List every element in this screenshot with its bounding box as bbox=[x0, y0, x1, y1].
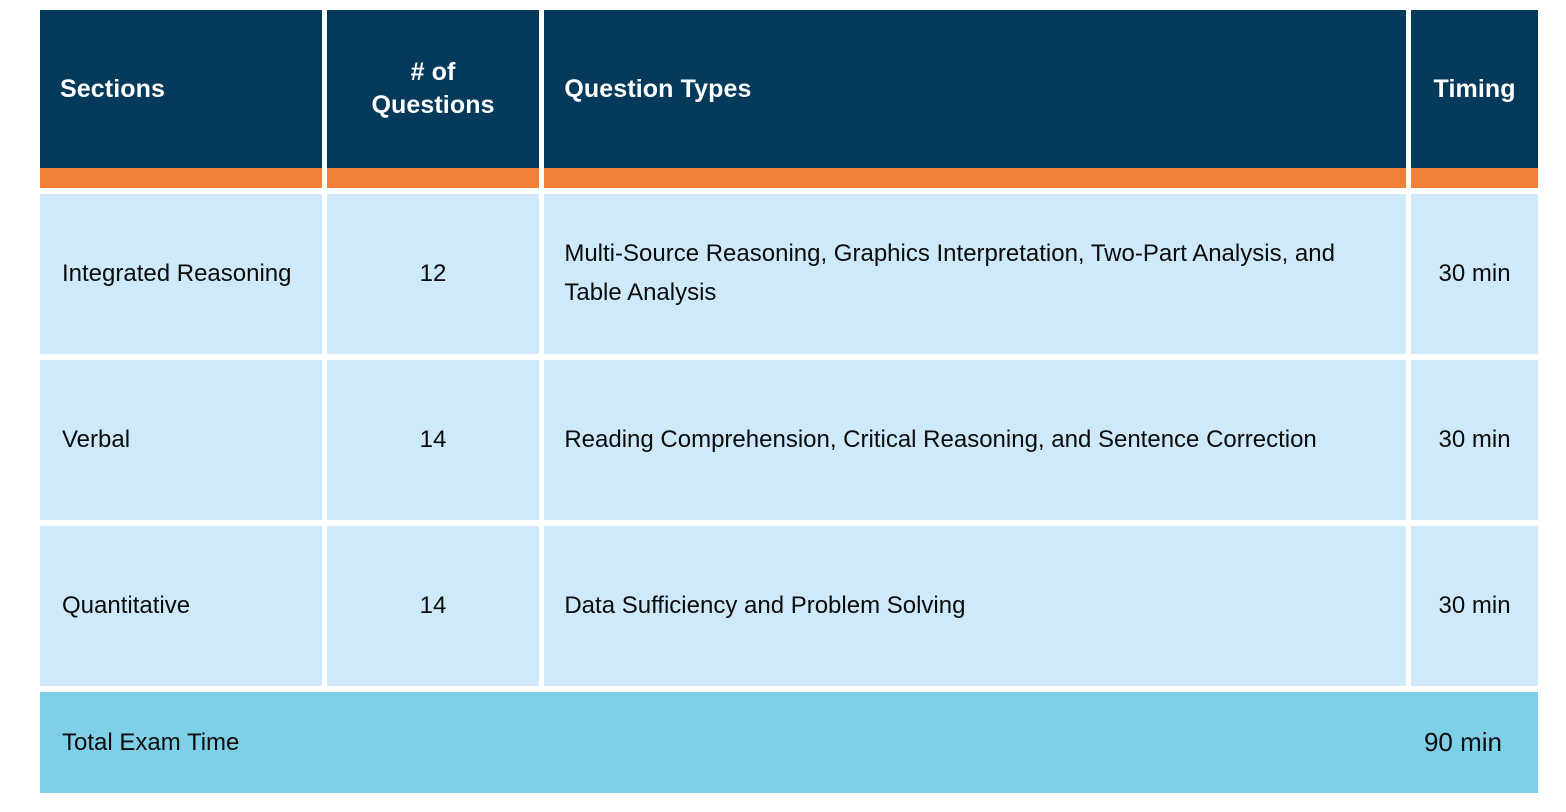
column-header-question-types-label: Question Types bbox=[564, 74, 752, 103]
cell-question-types: Reading Comprehension, Critical Reasonin… bbox=[544, 360, 1407, 520]
cell-section-name: Quantitative bbox=[40, 526, 322, 686]
column-header-questions-label: # of Questions bbox=[371, 56, 494, 122]
section-name-label: Integrated Reasoning bbox=[62, 259, 292, 287]
column-header-questions: # of Questions bbox=[326, 10, 540, 168]
table-header-row: Sections # of Questions Question Types T… bbox=[40, 10, 1538, 168]
timing-value: 30 min bbox=[1438, 259, 1511, 287]
exam-structure-table-page: Sections # of Questions Question Types T… bbox=[0, 0, 1566, 812]
cell-timing: 30 min bbox=[1411, 526, 1538, 686]
total-exam-time-value: 90 min bbox=[1423, 726, 1502, 757]
total-exam-time-label: Total Exam Time bbox=[62, 728, 240, 756]
timing-value: 30 min bbox=[1438, 425, 1511, 453]
cell-question-count: 12 bbox=[326, 194, 540, 354]
column-header-sections: Sections bbox=[40, 10, 322, 168]
table-row: Integrated Reasoning 12 Multi-Source Rea… bbox=[40, 194, 1538, 354]
column-header-sections-label: Sections bbox=[60, 74, 165, 103]
accent-band-question-types bbox=[544, 168, 1407, 188]
cell-timing: 30 min bbox=[1411, 360, 1538, 520]
question-count-value: 14 bbox=[419, 425, 447, 453]
timing-value: 30 min bbox=[1438, 591, 1511, 619]
cell-section-name: Integrated Reasoning bbox=[40, 194, 322, 354]
section-name-label: Verbal bbox=[62, 425, 131, 453]
cell-question-types: Data Sufficiency and Problem Solving bbox=[544, 526, 1407, 686]
question-types-text: Multi-Source Reasoning, Graphics Interpr… bbox=[564, 240, 1335, 306]
total-exam-time-row: Total Exam Time 90 min bbox=[40, 692, 1538, 793]
header-accent-band bbox=[40, 168, 1539, 188]
cell-timing: 30 min bbox=[1411, 194, 1538, 354]
question-types-text: Reading Comprehension, Critical Reasonin… bbox=[564, 425, 1317, 453]
column-header-question-types: Question Types bbox=[544, 10, 1407, 168]
column-header-questions-line1: # of bbox=[410, 58, 456, 86]
question-count-value: 12 bbox=[419, 259, 447, 287]
section-name-label: Quantitative bbox=[62, 591, 191, 619]
cell-question-count: 14 bbox=[326, 360, 540, 520]
column-header-timing: Timing bbox=[1411, 10, 1538, 168]
column-header-questions-line2: Questions bbox=[371, 91, 495, 119]
cell-question-count: 14 bbox=[326, 526, 540, 686]
question-count-value: 14 bbox=[419, 591, 447, 619]
cell-section-name: Verbal bbox=[40, 360, 322, 520]
cell-question-types: Multi-Source Reasoning, Graphics Interpr… bbox=[544, 194, 1407, 354]
exam-structure-table: Sections # of Questions Question Types T… bbox=[40, 10, 1539, 793]
table-row: Verbal 14 Reading Comprehension, Critica… bbox=[40, 360, 1538, 520]
question-types-text: Data Sufficiency and Problem Solving bbox=[564, 591, 966, 619]
accent-band-timing bbox=[1411, 168, 1539, 188]
accent-band-questions bbox=[326, 168, 540, 188]
table-row: Quantitative 14 Data Sufficiency and Pro… bbox=[40, 526, 1538, 686]
accent-band-sections bbox=[40, 168, 322, 188]
column-header-timing-label: Timing bbox=[1433, 74, 1516, 103]
